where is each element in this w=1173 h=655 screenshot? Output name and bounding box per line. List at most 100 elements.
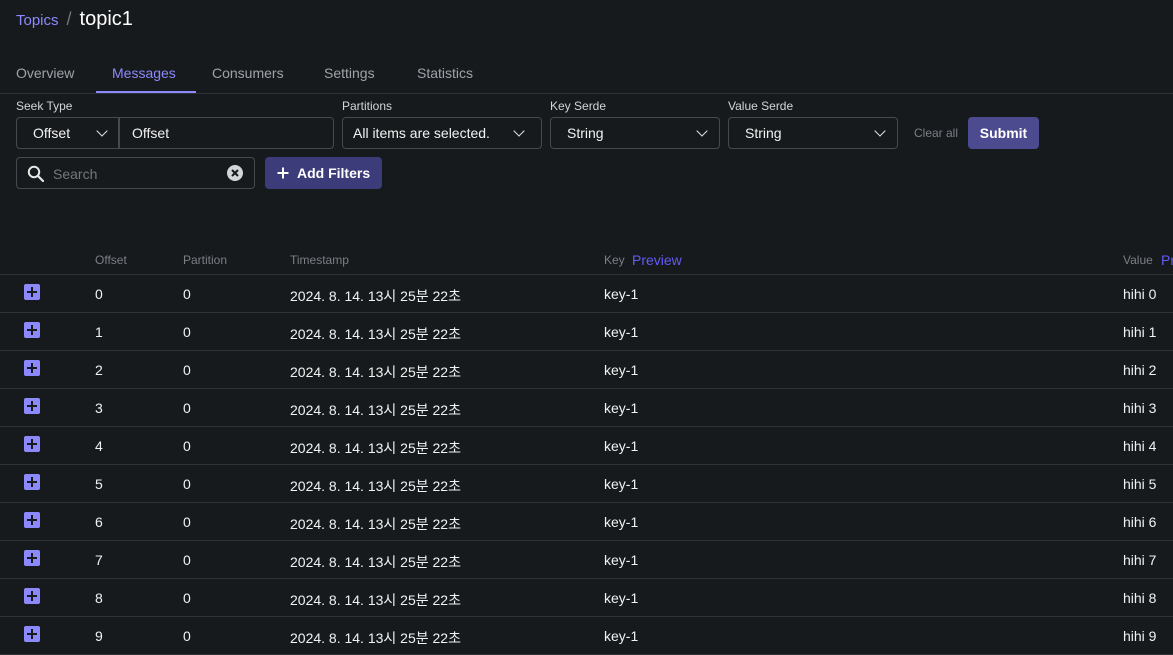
value-serde-select[interactable]: String [728, 117, 898, 149]
value-cell: hihi 8 [1123, 590, 1157, 606]
partitions-label: Partitions [342, 99, 393, 113]
offset-cell: 9 [95, 628, 103, 644]
timestamp-cell: 2024. 8. 14. 13시 25분 22초 [290, 364, 461, 380]
seek-type-label: Seek Type [16, 99, 73, 113]
key-serde-select[interactable]: String [550, 117, 720, 149]
partition-cell: 0 [183, 552, 191, 568]
expand-row-icon[interactable] [24, 588, 40, 604]
expand-row-icon[interactable] [24, 512, 40, 528]
add-filters-label: Add Filters [297, 165, 371, 181]
add-filters-button[interactable]: Add Filters [265, 157, 382, 189]
timestamp-cell: 2024. 8. 14. 13시 25분 22초 [290, 402, 461, 418]
expand-row-icon[interactable] [24, 474, 40, 490]
offset-cell: 1 [95, 324, 103, 340]
key-cell: key-1 [604, 438, 639, 454]
offset-cell: 0 [95, 286, 103, 302]
key-serde-value: String [567, 125, 604, 141]
key-cell: key-1 [604, 514, 639, 530]
timestamp-cell: 2024. 8. 14. 13시 25분 22초 [290, 440, 461, 456]
timestamp-cell: 2024. 8. 14. 13시 25분 22초 [290, 630, 461, 646]
table-row[interactable]: 4 0 2024. 8. 14. 13시 25분 22초 key-1 hihi 4 [0, 427, 1173, 465]
clear-search-icon[interactable] [227, 165, 243, 181]
table-row[interactable]: 0 0 2024. 8. 14. 13시 25분 22초 key-1 hihi 0 [0, 275, 1173, 313]
partitions-value: All items are selected. [353, 125, 490, 141]
timestamp-cell: 2024. 8. 14. 13시 25분 22초 [290, 478, 461, 494]
clear-all-button[interactable]: Clear all [908, 117, 964, 149]
tab-bar: Overview Messages Consumers Settings Sta… [0, 57, 1173, 94]
value-cell: hihi 5 [1123, 476, 1157, 492]
value-cell: hihi 9 [1123, 628, 1157, 644]
column-header-value: Value [1123, 253, 1153, 267]
offset-input[interactable]: Offset [119, 117, 334, 149]
value-cell: hihi 6 [1123, 514, 1157, 530]
table-row[interactable]: 8 0 2024. 8. 14. 13시 25분 22초 key-1 hihi 8 [0, 579, 1173, 617]
expand-row-icon[interactable] [24, 284, 40, 300]
expand-row-icon[interactable] [24, 436, 40, 452]
key-cell: key-1 [604, 362, 639, 378]
offset-cell: 6 [95, 514, 103, 530]
key-cell: key-1 [604, 286, 639, 302]
column-header-timestamp[interactable]: Timestamp [290, 253, 349, 267]
key-preview-link[interactable]: Preview [632, 252, 682, 268]
partition-cell: 0 [183, 590, 191, 606]
value-cell: hihi 4 [1123, 438, 1157, 454]
chevron-down-icon [513, 125, 525, 137]
partition-cell: 0 [183, 400, 191, 416]
partition-cell: 0 [183, 362, 191, 378]
partition-cell: 0 [183, 476, 191, 492]
seek-type-select[interactable]: Offset [16, 117, 119, 149]
timestamp-cell: 2024. 8. 14. 13시 25분 22초 [290, 592, 461, 608]
breadcrumb-topics-link[interactable]: Topics [16, 12, 59, 29]
partition-cell: 0 [183, 286, 191, 302]
partition-cell: 0 [183, 438, 191, 454]
offset-cell: 7 [95, 552, 103, 568]
value-preview-link[interactable]: Pr [1161, 252, 1173, 268]
tab-settings[interactable]: Settings [308, 57, 391, 93]
breadcrumb: Topics / topic1 [16, 8, 133, 38]
chevron-down-icon [696, 125, 708, 137]
key-cell: key-1 [604, 552, 639, 568]
key-cell: key-1 [604, 476, 639, 492]
column-header-offset[interactable]: Offset [95, 253, 127, 267]
plus-icon [277, 167, 289, 179]
offset-cell: 5 [95, 476, 103, 492]
partitions-select[interactable]: All items are selected. [342, 117, 542, 149]
value-cell: hihi 3 [1123, 400, 1157, 416]
key-cell: key-1 [604, 628, 639, 644]
partition-cell: 0 [183, 324, 191, 340]
value-cell: hihi 0 [1123, 286, 1157, 302]
expand-row-icon[interactable] [24, 398, 40, 414]
key-serde-label: Key Serde [550, 99, 607, 113]
tab-messages[interactable]: Messages [96, 57, 196, 93]
expand-row-icon[interactable] [24, 322, 40, 338]
chevron-down-icon [96, 125, 108, 137]
offset-cell: 4 [95, 438, 103, 454]
search-input[interactable]: Search [16, 157, 255, 189]
expand-row-icon[interactable] [24, 550, 40, 566]
value-serde-label: Value Serde [728, 99, 794, 113]
column-header-partition[interactable]: Partition [183, 253, 227, 267]
value-cell: hihi 2 [1123, 362, 1157, 378]
timestamp-cell: 2024. 8. 14. 13시 25분 22초 [290, 326, 461, 342]
table-row[interactable]: 3 0 2024. 8. 14. 13시 25분 22초 key-1 hihi 3 [0, 389, 1173, 427]
expand-row-icon[interactable] [24, 626, 40, 642]
seek-type-value: Offset [33, 125, 71, 141]
table-row[interactable]: 9 0 2024. 8. 14. 13시 25분 22초 key-1 hihi 9 [0, 617, 1173, 655]
tab-consumers[interactable]: Consumers [196, 57, 300, 93]
tab-overview[interactable]: Overview [0, 57, 90, 93]
table-row[interactable]: 7 0 2024. 8. 14. 13시 25분 22초 key-1 hihi 7 [0, 541, 1173, 579]
search-icon [27, 165, 45, 183]
table-row[interactable]: 5 0 2024. 8. 14. 13시 25분 22초 key-1 hihi 5 [0, 465, 1173, 503]
table-row[interactable]: 6 0 2024. 8. 14. 13시 25분 22초 key-1 hihi 6 [0, 503, 1173, 541]
offset-cell: 2 [95, 362, 103, 378]
table-row[interactable]: 2 0 2024. 8. 14. 13시 25분 22초 key-1 hihi 2 [0, 351, 1173, 389]
submit-button[interactable]: Submit [968, 117, 1039, 149]
table-row[interactable]: 1 0 2024. 8. 14. 13시 25분 22초 key-1 hihi 1 [0, 313, 1173, 351]
timestamp-cell: 2024. 8. 14. 13시 25분 22초 [290, 554, 461, 570]
tab-statistics[interactable]: Statistics [401, 57, 489, 93]
expand-row-icon[interactable] [24, 360, 40, 376]
value-cell: hihi 7 [1123, 552, 1157, 568]
timestamp-cell: 2024. 8. 14. 13시 25분 22초 [290, 516, 461, 532]
offset-cell: 3 [95, 400, 103, 416]
column-header-key: Key [604, 253, 625, 267]
